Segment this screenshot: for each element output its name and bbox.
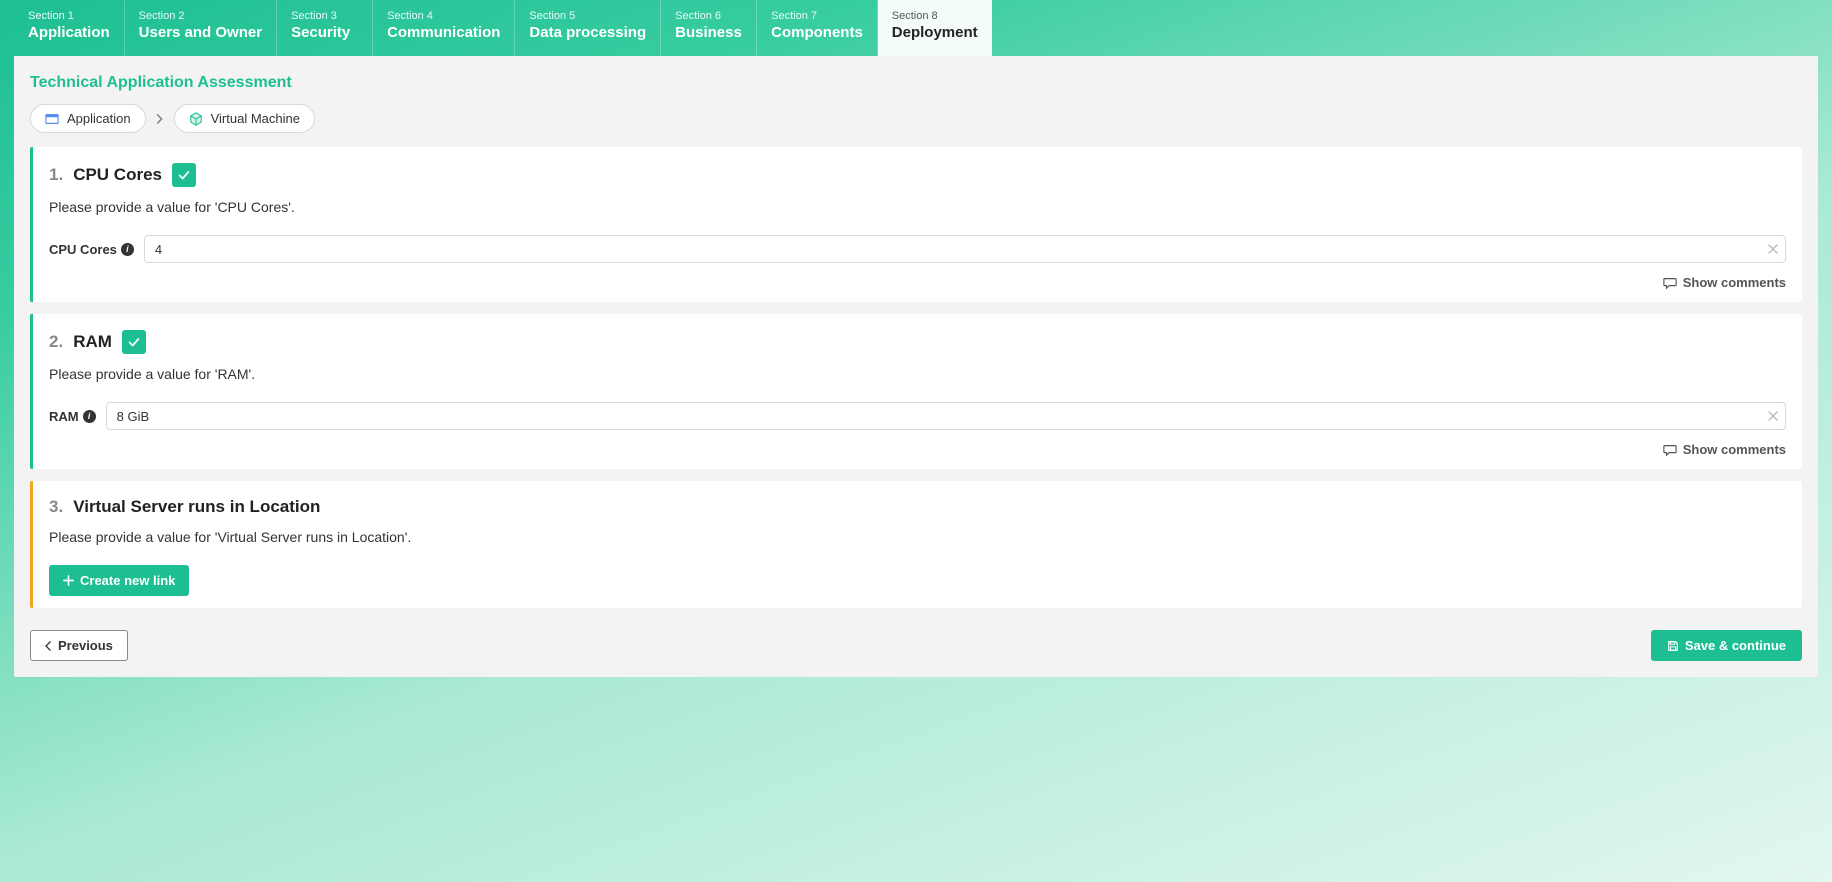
show-comments-label: Show comments bbox=[1683, 442, 1786, 457]
tab-num: Section 5 bbox=[529, 10, 646, 22]
plus-icon bbox=[63, 575, 74, 586]
question-number: 1. bbox=[49, 165, 63, 185]
field-label: CPU Cores i bbox=[49, 242, 134, 257]
tab-label: Application bbox=[28, 24, 110, 42]
create-new-link-button[interactable]: Create new link bbox=[49, 565, 189, 596]
show-comments-button[interactable]: Show comments bbox=[49, 275, 1786, 290]
tab-label: Deployment bbox=[892, 24, 978, 42]
tab-deployment[interactable]: Section 8 Deployment bbox=[878, 0, 992, 56]
breadcrumb-label: Application bbox=[67, 111, 131, 126]
question-cpu-cores: 1. CPU Cores Please provide a value for … bbox=[30, 147, 1802, 302]
tab-num: Section 6 bbox=[675, 10, 742, 22]
check-icon bbox=[122, 330, 146, 354]
question-description: Please provide a value for 'RAM'. bbox=[49, 366, 1786, 382]
tab-data-processing[interactable]: Section 5 Data processing bbox=[515, 0, 661, 56]
field-label: RAM i bbox=[49, 409, 96, 424]
section-tabs: Section 1 Application Section 2 Users an… bbox=[0, 0, 1832, 56]
application-icon bbox=[45, 112, 59, 126]
question-title: RAM bbox=[73, 332, 112, 352]
tab-label: Components bbox=[771, 24, 863, 42]
tab-security[interactable]: Section 3 Security bbox=[277, 0, 373, 56]
tab-components[interactable]: Section 7 Components bbox=[757, 0, 878, 56]
chevron-left-icon bbox=[45, 641, 52, 651]
cube-icon bbox=[189, 112, 203, 126]
tab-application[interactable]: Section 1 Application bbox=[14, 0, 125, 56]
comment-icon bbox=[1663, 443, 1677, 457]
tab-num: Section 7 bbox=[771, 10, 863, 22]
tab-num: Section 8 bbox=[892, 10, 978, 22]
comment-icon bbox=[1663, 276, 1677, 290]
save-icon bbox=[1667, 640, 1679, 652]
previous-label: Previous bbox=[58, 638, 113, 653]
question-number: 3. bbox=[49, 497, 63, 517]
question-number: 2. bbox=[49, 332, 63, 352]
breadcrumb-application[interactable]: Application bbox=[30, 104, 146, 133]
tab-num: Section 4 bbox=[387, 10, 500, 22]
page-content: Technical Application Assessment Applica… bbox=[14, 56, 1818, 677]
tab-business[interactable]: Section 6 Business bbox=[661, 0, 757, 56]
breadcrumb: Application Virtual Machine bbox=[14, 104, 1818, 147]
tab-num: Section 1 bbox=[28, 10, 110, 22]
question-ram: 2. RAM Please provide a value for 'RAM'.… bbox=[30, 314, 1802, 469]
tab-num: Section 3 bbox=[291, 10, 358, 22]
page-title: Technical Application Assessment bbox=[14, 56, 1818, 104]
info-icon[interactable]: i bbox=[121, 243, 134, 256]
create-link-label: Create new link bbox=[80, 573, 175, 588]
tab-label: Users and Owner bbox=[139, 24, 262, 42]
check-icon bbox=[172, 163, 196, 187]
chevron-right-icon bbox=[154, 114, 166, 124]
save-label: Save & continue bbox=[1685, 638, 1786, 653]
tab-label: Business bbox=[675, 24, 742, 42]
clear-icon[interactable] bbox=[1768, 411, 1778, 421]
tab-label: Communication bbox=[387, 24, 500, 42]
breadcrumb-virtual-machine[interactable]: Virtual Machine bbox=[174, 104, 315, 133]
tab-num: Section 2 bbox=[139, 10, 262, 22]
ram-input[interactable] bbox=[106, 402, 1786, 430]
breadcrumb-label: Virtual Machine bbox=[211, 111, 300, 126]
footer-actions: Previous Save & continue bbox=[14, 620, 1818, 661]
question-description: Please provide a value for 'CPU Cores'. bbox=[49, 199, 1786, 215]
question-location: 3. Virtual Server runs in Location Pleas… bbox=[30, 481, 1802, 608]
info-icon[interactable]: i bbox=[83, 410, 96, 423]
previous-button[interactable]: Previous bbox=[30, 630, 128, 661]
question-title: Virtual Server runs in Location bbox=[73, 497, 320, 517]
save-continue-button[interactable]: Save & continue bbox=[1651, 630, 1802, 661]
cpu-cores-input[interactable] bbox=[144, 235, 1786, 263]
question-title: CPU Cores bbox=[73, 165, 162, 185]
tab-users-owner[interactable]: Section 2 Users and Owner bbox=[125, 0, 277, 56]
tab-label: Data processing bbox=[529, 24, 646, 42]
question-description: Please provide a value for 'Virtual Serv… bbox=[49, 529, 1786, 545]
clear-icon[interactable] bbox=[1768, 244, 1778, 254]
show-comments-label: Show comments bbox=[1683, 275, 1786, 290]
tab-communication[interactable]: Section 4 Communication bbox=[373, 0, 515, 56]
show-comments-button[interactable]: Show comments bbox=[49, 442, 1786, 457]
tab-label: Security bbox=[291, 24, 358, 42]
